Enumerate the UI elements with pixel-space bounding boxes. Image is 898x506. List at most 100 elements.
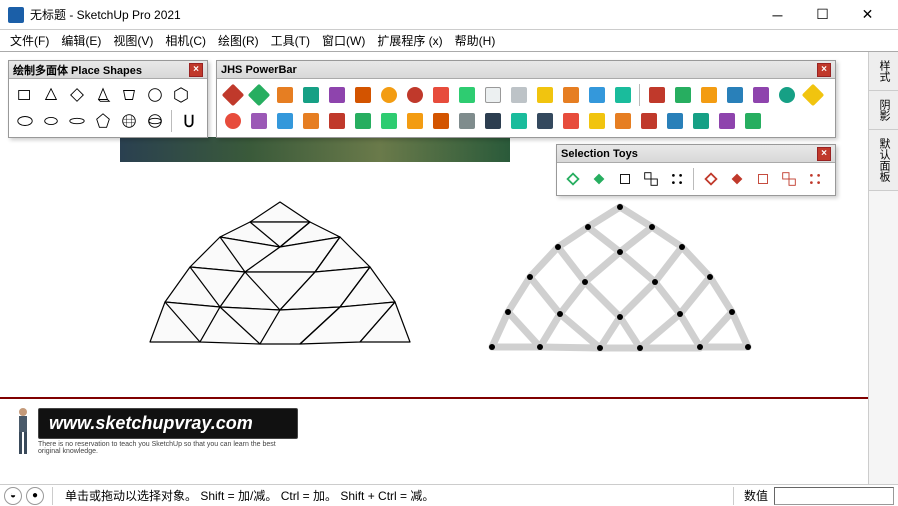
menu-file[interactable]: 文件(F) bbox=[4, 30, 55, 51]
jhs-tool-27-icon[interactable] bbox=[299, 109, 323, 133]
jhs-tool-11-icon[interactable] bbox=[481, 83, 505, 107]
shape-geosphere-icon[interactable] bbox=[117, 109, 141, 133]
jhs-tool-34-icon[interactable] bbox=[481, 109, 505, 133]
toolbar-close-button[interactable]: × bbox=[817, 147, 831, 161]
sel-face-red-icon[interactable] bbox=[699, 167, 723, 191]
jhs-tool-36-icon[interactable] bbox=[533, 109, 557, 133]
jhs-tool-39-icon[interactable] bbox=[611, 109, 635, 133]
figure-icon bbox=[12, 406, 34, 456]
shape-sphere2-icon[interactable] bbox=[143, 109, 167, 133]
value-input[interactable] bbox=[774, 487, 894, 505]
menu-edit[interactable]: 编辑(E) bbox=[55, 30, 107, 51]
minimize-button[interactable]: ─ bbox=[755, 0, 800, 30]
window-title: 无标题 - SketchUp Pro 2021 bbox=[30, 6, 755, 23]
jhs-tool-1-icon[interactable] bbox=[221, 83, 245, 107]
sel-cube-icon[interactable] bbox=[613, 167, 637, 191]
geo-toggle-icon[interactable]: ◒ bbox=[4, 487, 22, 505]
toolbar-jhs-powerbar[interactable]: JHS PowerBar × bbox=[216, 60, 836, 138]
jhs-tool-43-icon[interactable] bbox=[715, 109, 739, 133]
jhs-tool-13-icon[interactable] bbox=[533, 83, 557, 107]
maximize-button[interactable]: ☐ bbox=[800, 0, 845, 30]
close-button[interactable]: ✕ bbox=[845, 0, 890, 30]
jhs-tool-26-icon[interactable] bbox=[273, 109, 297, 133]
jhs-tool-7-icon[interactable] bbox=[377, 83, 401, 107]
tray-styles[interactable]: 样式 bbox=[869, 52, 898, 91]
shape-box-icon[interactable] bbox=[13, 83, 37, 107]
menu-draw[interactable]: 绘图(R) bbox=[212, 30, 265, 51]
shape-hexagon-icon[interactable] bbox=[169, 83, 193, 107]
jhs-tool-32-icon[interactable] bbox=[429, 109, 453, 133]
jhs-tool-4-icon[interactable] bbox=[299, 83, 323, 107]
jhs-tool-8-icon[interactable] bbox=[403, 83, 427, 107]
menu-window[interactable]: 窗口(W) bbox=[316, 30, 371, 51]
toolbar-close-button[interactable]: × bbox=[817, 63, 831, 77]
shape-cup-icon[interactable] bbox=[117, 83, 141, 107]
jhs-tool-25-icon[interactable] bbox=[247, 109, 271, 133]
sel-face-red-fill-icon[interactable] bbox=[725, 167, 749, 191]
toolbar-selection-toys[interactable]: Selection Toys × bbox=[556, 144, 836, 196]
viewport[interactable]: www.sketchupvray.com There is no reserva… bbox=[0, 52, 868, 484]
jhs-tool-35-icon[interactable] bbox=[507, 109, 531, 133]
sel-face-icon[interactable] bbox=[561, 167, 585, 191]
menu-help[interactable]: 帮助(H) bbox=[449, 30, 502, 51]
menu-camera[interactable]: 相机(C) bbox=[159, 30, 212, 51]
toolbar-place-shapes[interactable]: 绘制多面体 Place Shapes × bbox=[8, 60, 208, 138]
shape-cone-icon[interactable] bbox=[39, 83, 63, 107]
jhs-tool-19-icon[interactable] bbox=[697, 83, 721, 107]
shape-prism-icon[interactable] bbox=[91, 83, 115, 107]
toolbar-title: Selection Toys bbox=[561, 148, 638, 160]
sel-cubes-icon[interactable] bbox=[639, 167, 663, 191]
jhs-tool-22-icon[interactable] bbox=[775, 83, 799, 107]
jhs-tool-10-icon[interactable] bbox=[455, 83, 479, 107]
jhs-tool-41-icon[interactable] bbox=[663, 109, 687, 133]
jhs-tool-24-icon[interactable] bbox=[221, 109, 245, 133]
jhs-tool-38-icon[interactable] bbox=[585, 109, 609, 133]
jhs-tool-28-icon[interactable] bbox=[325, 109, 349, 133]
geodesic-dome-wireframe bbox=[460, 192, 780, 375]
jhs-tool-30-icon[interactable] bbox=[377, 109, 401, 133]
jhs-tool-33-icon[interactable] bbox=[455, 109, 479, 133]
status-bar: ◒ ● 单击或拖动以选择对象。 Shift = 加/减。 Ctrl = 加。 S… bbox=[0, 484, 898, 506]
jhs-tool-9-icon[interactable] bbox=[429, 83, 453, 107]
jhs-tool-12-icon[interactable] bbox=[507, 83, 531, 107]
sel-dots-red-icon[interactable] bbox=[803, 167, 827, 191]
jhs-tool-21-icon[interactable] bbox=[749, 83, 773, 107]
jhs-tool-31-icon[interactable] bbox=[403, 109, 427, 133]
shape-circle-icon[interactable] bbox=[143, 83, 167, 107]
tray-shadows[interactable]: 阴影 bbox=[869, 91, 898, 130]
shape-ellipse-icon[interactable] bbox=[13, 109, 37, 133]
shape-rhombus-icon[interactable] bbox=[65, 83, 89, 107]
shape-magnet-icon[interactable] bbox=[177, 109, 201, 133]
tray-default[interactable]: 默认面板 bbox=[869, 130, 898, 191]
jhs-tool-37-icon[interactable] bbox=[559, 109, 583, 133]
person-toggle-icon[interactable]: ● bbox=[26, 487, 44, 505]
jhs-tool-6-icon[interactable] bbox=[351, 83, 375, 107]
toolbar-title: JHS PowerBar bbox=[221, 64, 297, 76]
jhs-tool-14-icon[interactable] bbox=[559, 83, 583, 107]
sel-face-fill-icon[interactable] bbox=[587, 167, 611, 191]
jhs-tool-20-icon[interactable] bbox=[723, 83, 747, 107]
jhs-tool-44-icon[interactable] bbox=[741, 109, 765, 133]
menu-tools[interactable]: 工具(T) bbox=[265, 30, 316, 51]
menu-view[interactable]: 视图(V) bbox=[107, 30, 159, 51]
sel-cubes-red-icon[interactable] bbox=[777, 167, 801, 191]
shape-oval-icon[interactable] bbox=[39, 109, 63, 133]
shape-polyhedron-icon[interactable] bbox=[91, 109, 115, 133]
jhs-tool-2-icon[interactable] bbox=[247, 83, 271, 107]
jhs-tool-18-icon[interactable] bbox=[671, 83, 695, 107]
shape-flatellipse-icon[interactable] bbox=[65, 109, 89, 133]
jhs-tool-23-icon[interactable] bbox=[801, 83, 825, 107]
jhs-tool-42-icon[interactable] bbox=[689, 109, 713, 133]
toolbar-close-button[interactable]: × bbox=[189, 63, 203, 77]
jhs-tool-17-icon[interactable] bbox=[645, 83, 669, 107]
sel-cube-red-icon[interactable] bbox=[751, 167, 775, 191]
jhs-tool-29-icon[interactable] bbox=[351, 109, 375, 133]
jhs-tool-5-icon[interactable] bbox=[325, 83, 349, 107]
app-icon bbox=[8, 7, 24, 23]
sel-dots-icon[interactable] bbox=[665, 167, 689, 191]
jhs-tool-15-icon[interactable] bbox=[585, 83, 609, 107]
jhs-tool-16-icon[interactable] bbox=[611, 83, 635, 107]
jhs-tool-40-icon[interactable] bbox=[637, 109, 661, 133]
jhs-tool-3-icon[interactable] bbox=[273, 83, 297, 107]
menu-extensions[interactable]: 扩展程序 (x) bbox=[371, 30, 448, 51]
